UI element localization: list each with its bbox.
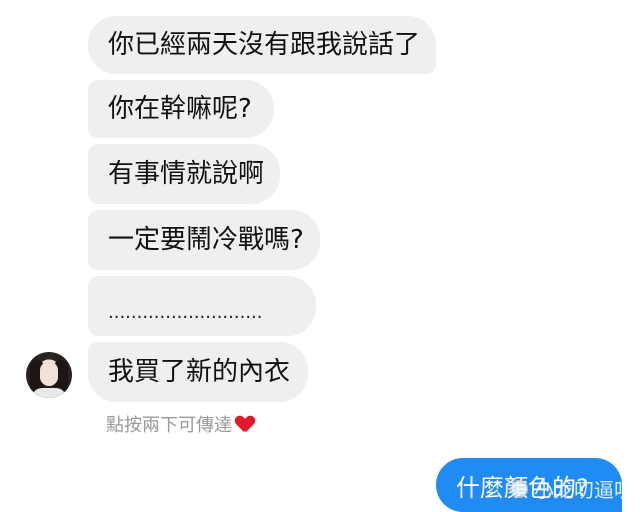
- received-message-4[interactable]: 一定要鬧冷戰嗎?: [88, 210, 320, 270]
- message-text: 一定要鬧冷戰嗎?: [108, 225, 304, 255]
- received-message-5[interactable]: ...........................: [88, 276, 316, 336]
- message-text: ...........................: [108, 302, 263, 323]
- received-message-1[interactable]: 你已經兩天沒有跟我說話了: [88, 16, 436, 74]
- avatar-shirt: [32, 388, 66, 398]
- received-message-2[interactable]: 你在幹嘛呢?: [88, 80, 274, 138]
- watermark-icon: [510, 479, 528, 498]
- chat-thread: 你已經兩天沒有跟我說話了 你在幹嘛呢? 有事情就說啊 一定要鬧冷戰嗎? ....…: [0, 0, 640, 512]
- message-text: 你在幹嘛呢?: [108, 94, 252, 124]
- double-tap-hint: 點按兩下可傳達: [106, 411, 254, 437]
- message-text: 你已經兩天沒有跟我說話了: [108, 30, 421, 60]
- message-text: 我買了新的內衣: [108, 357, 291, 387]
- message-text: 有事情就說啊: [108, 159, 265, 189]
- received-message-6[interactable]: 我買了新的內衣: [88, 342, 308, 402]
- heart-icon: [236, 416, 254, 432]
- contact-avatar[interactable]: [26, 352, 72, 398]
- received-message-3[interactable]: 有事情就說啊: [88, 144, 280, 204]
- watermark-text: 小龙叨逼叨: [534, 478, 634, 502]
- watermark: 小龙叨逼叨: [510, 474, 634, 503]
- hint-text: 點按兩下可傳達: [106, 415, 232, 436]
- avatar-face: [40, 362, 58, 386]
